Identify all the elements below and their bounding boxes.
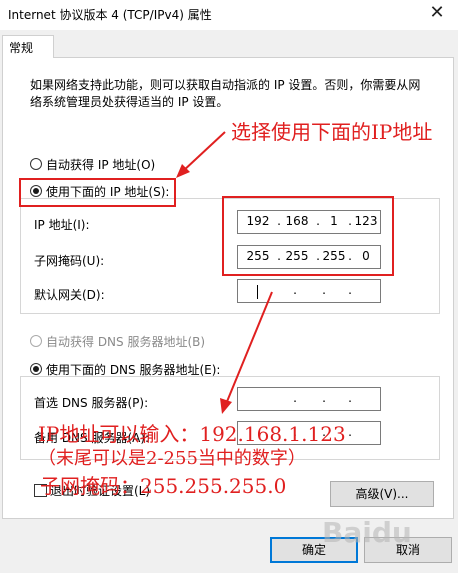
annotation-label-choose-manual: 选择使用下面的IP地址 [231, 120, 433, 144]
tab-general[interactable]: 常规 [2, 35, 54, 58]
annotation-note-line-3: 子网掩码：255.255.255.0 [40, 474, 287, 498]
annotation-arrowhead [220, 398, 232, 414]
annotation-arrow-line [181, 131, 226, 173]
watermark-logo: Baidu [322, 516, 412, 549]
annotation-note-line-2: （末尾可以是2-255当中的数字） [38, 448, 306, 469]
annotation-note-line-1: IP地址可以输入：192.168.1.123 [38, 422, 346, 446]
annotation-arrow-line [225, 291, 273, 405]
